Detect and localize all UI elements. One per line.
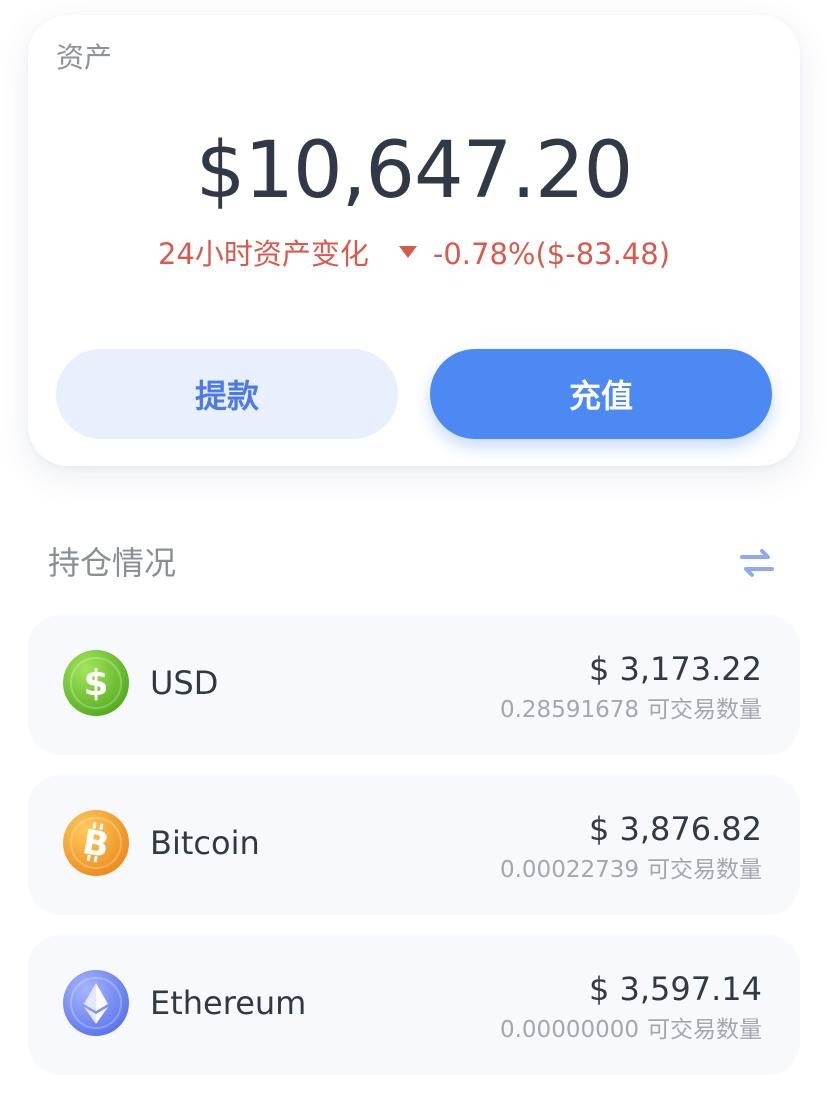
coin-amount: 0.28591678 (499, 697, 639, 723)
coin-name: Bitcoin (150, 824, 260, 862)
total-asset-value: $10,647.20 (195, 126, 634, 216)
coin-name: Ethereum (150, 984, 307, 1022)
holding-row-ethereum[interactable]: Ethereum $ 3,597.14 0.00000000 可交易数量 (28, 935, 800, 1075)
coin-amount-line: 0.00000000 可交易数量 (500, 1014, 762, 1046)
down-triangle-icon (398, 246, 417, 258)
coin-value: $ 3,597.14 (588, 970, 762, 1008)
coin-amount: 0.00022739 (499, 857, 639, 883)
coin-amount-line: 0.00022739 可交易数量 (500, 854, 762, 886)
coin-name: USD (150, 664, 219, 702)
holding-row-usd[interactable]: $ USD $ 3,173.22 0.28591678 可交易数量 (28, 615, 800, 755)
swap-icon-graphic (740, 549, 774, 577)
holdings-title: 持仓情况 (48, 544, 177, 582)
swap-icon[interactable] (738, 544, 776, 582)
withdraw-button[interactable]: 提款 (56, 349, 398, 439)
ethereum-icon (62, 969, 130, 1037)
change-row: 24小时资产变化 -0.78%($-83.48) (28, 231, 800, 275)
svg-text:$: $ (83, 663, 108, 704)
coin-value: $ 3,173.22 (588, 650, 762, 688)
holding-row-bitcoin[interactable]: B Bitcoin $ 3,876.82 0.00022739 可交易数量 (28, 775, 800, 915)
bitcoin-icon: B (62, 809, 130, 877)
coin-amount-unit: 可交易数量 (647, 857, 762, 883)
change-label: 24小时资产变化 (157, 237, 369, 271)
deposit-button[interactable]: 充值 (430, 349, 772, 439)
change-value: -0.78%($-83.48) (432, 237, 671, 271)
asset-card: 资产 $10,647.20 24小时资产变化 -0.78%($-83.48) 提款… (28, 15, 800, 466)
dollar-coin-icon: $ (62, 649, 130, 717)
coin-amount-line: 0.28591678 可交易数量 (500, 694, 762, 726)
coin-amount: 0.00000000 (499, 1017, 639, 1043)
coin-amount-unit: 可交易数量 (647, 697, 762, 723)
coin-value: $ 3,876.82 (588, 810, 762, 848)
coin-amount-unit: 可交易数量 (647, 1017, 762, 1043)
asset-label: 资产 (56, 41, 113, 74)
